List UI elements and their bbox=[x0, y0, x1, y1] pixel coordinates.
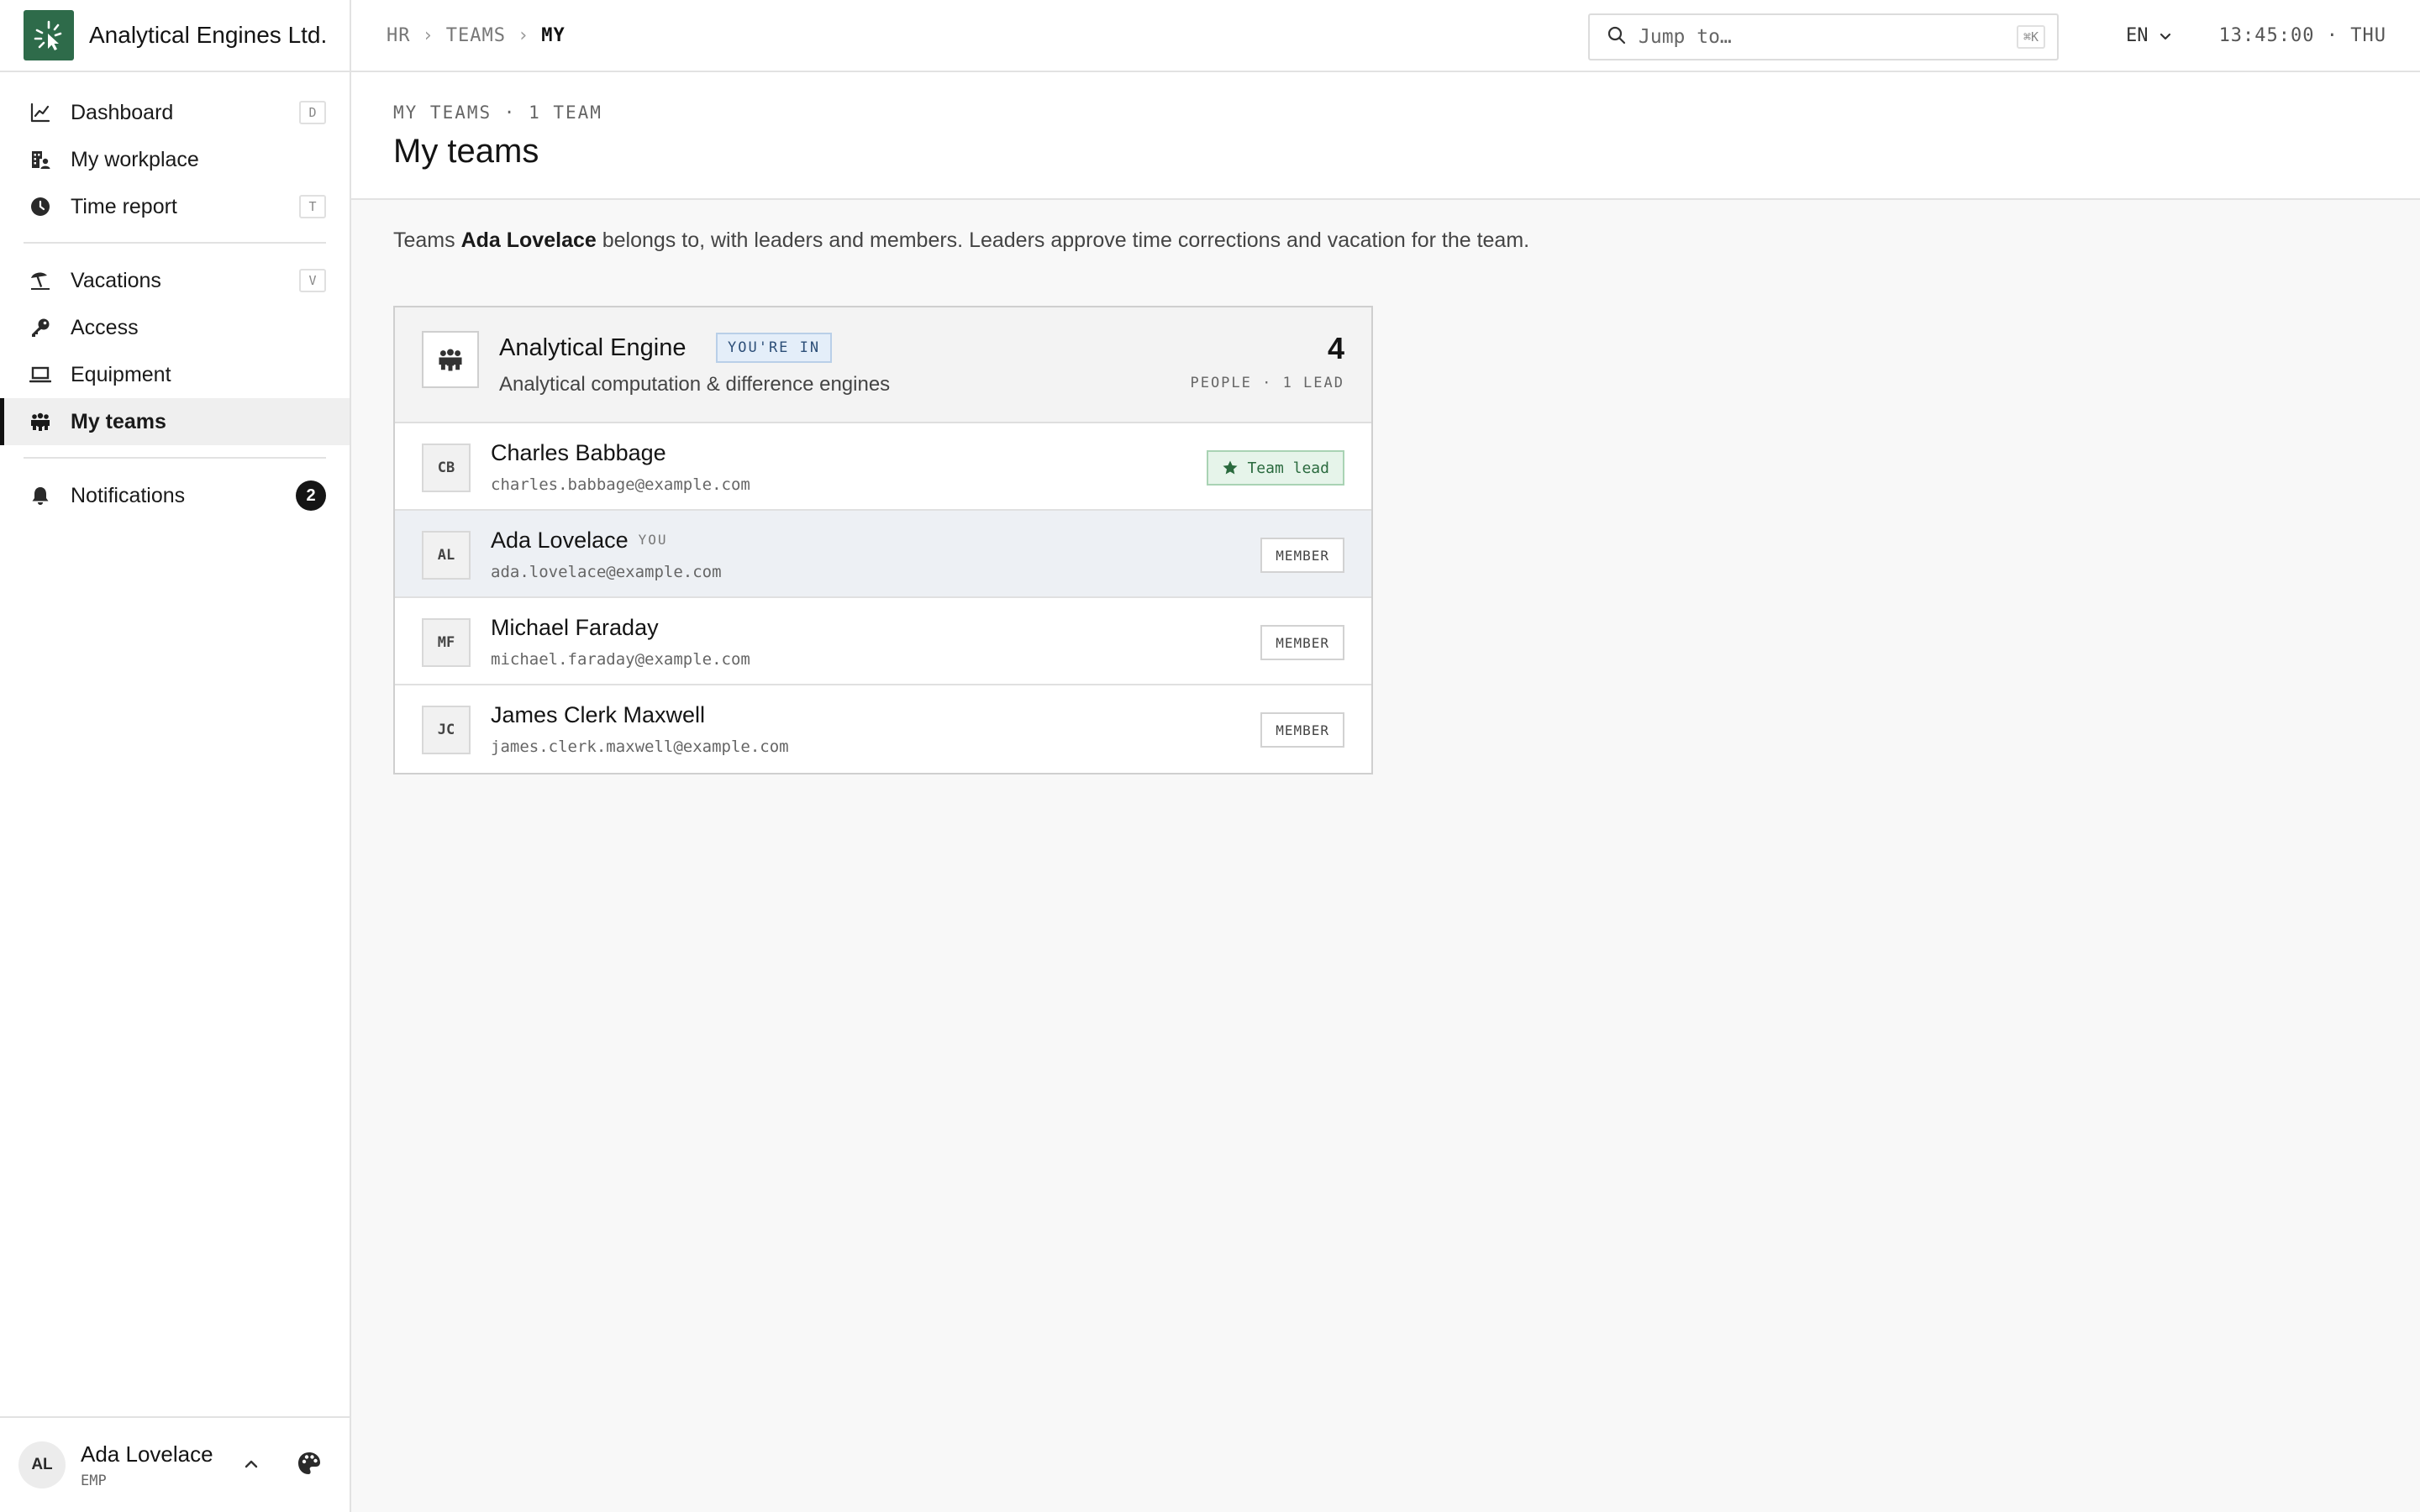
nav-group-notifications: Notifications 2 bbox=[24, 472, 326, 531]
key-icon bbox=[29, 316, 52, 339]
shortcut-hint: V bbox=[299, 269, 326, 292]
sidebar: Analytical Engines Ltd. Dashboard D My w… bbox=[0, 0, 351, 1512]
member-avatar: JC bbox=[422, 706, 471, 754]
member-name: Michael Faraday bbox=[491, 615, 659, 640]
sidebar-item-label: Time report bbox=[71, 194, 177, 218]
breadcrumb-item-teams[interactable]: TEAMS bbox=[446, 25, 506, 46]
user-role: EMP bbox=[81, 1472, 107, 1489]
chart-line-icon bbox=[29, 101, 52, 124]
page-intro: Teams Ada Lovelace belongs to, with lead… bbox=[393, 228, 1529, 253]
intro-suffix: belongs to, with leaders and members. Le… bbox=[596, 228, 1530, 252]
team-card-header: Analytical Engine YOU'RE IN Analytical c… bbox=[395, 307, 1371, 423]
search-shortcut-hint: ⌘K bbox=[2016, 25, 2045, 49]
brand-header[interactable]: Analytical Engines Ltd. bbox=[0, 0, 350, 72]
page-eyebrow: MY TEAMS · 1 TEAM bbox=[393, 102, 602, 123]
sidebar-item-equipment[interactable]: Equipment bbox=[0, 351, 350, 398]
shortcut-hint: T bbox=[299, 195, 326, 218]
member-email: michael.faraday@example.com bbox=[491, 650, 750, 669]
sidebar-item-label: My workplace bbox=[71, 147, 199, 171]
sidebar-item-dashboard[interactable]: Dashboard D bbox=[0, 89, 350, 136]
nav-group-services: Vacations V Access Equipment My teams bbox=[0, 257, 350, 459]
sidebar-item-label: Vacations bbox=[71, 268, 161, 292]
member-name: Charles Babbage bbox=[491, 440, 666, 465]
member-role: Team lead bbox=[1247, 459, 1329, 477]
team-card: Analytical Engine YOU'RE IN Analytical c… bbox=[393, 306, 1373, 774]
intro-user-name: Ada Lovelace bbox=[460, 228, 597, 252]
cursor-burst-logo-icon bbox=[24, 10, 74, 60]
member-avatar: MF bbox=[422, 618, 471, 667]
jump-to-search[interactable]: Jump to… ⌘K bbox=[1588, 13, 2059, 60]
clock-icon bbox=[29, 195, 52, 218]
chevron-up-icon[interactable] bbox=[242, 1455, 260, 1478]
clock-readout: 13:45:00 · THU bbox=[2218, 25, 2386, 46]
beach-umbrella-icon bbox=[29, 269, 52, 292]
sidebar-item-label: Equipment bbox=[71, 362, 171, 386]
member-role-badge: MEMBER bbox=[1260, 712, 1344, 748]
search-icon bbox=[1607, 25, 1627, 50]
sidebar-item-access[interactable]: Access bbox=[0, 304, 350, 351]
member-avatar: AL bbox=[422, 531, 471, 580]
member-email: charles.babbage@example.com bbox=[491, 475, 750, 494]
team-people-icon bbox=[422, 331, 479, 388]
breadcrumb-item-hr[interactable]: HR bbox=[387, 25, 411, 46]
page-header: MY TEAMS · 1 TEAM My teams bbox=[351, 72, 2420, 200]
member-name: James Clerk Maxwell bbox=[491, 702, 706, 727]
breadcrumb: HR › TEAMS › MY bbox=[387, 25, 566, 46]
team-description: Analytical computation & difference engi… bbox=[499, 373, 891, 396]
avatar: AL bbox=[18, 1441, 66, 1488]
member-avatar: CB bbox=[422, 444, 471, 492]
building-person-icon bbox=[29, 148, 52, 171]
laptop-icon bbox=[29, 363, 52, 386]
sidebar-item-my-workplace[interactable]: My workplace bbox=[0, 136, 350, 183]
team-count-label: PEOPLE · 1 LEAD bbox=[1190, 375, 1344, 391]
search-placeholder: Jump to… bbox=[1639, 26, 1732, 48]
team-name: Analytical Engine bbox=[499, 334, 687, 361]
member-email: james.clerk.maxwell@example.com bbox=[491, 738, 789, 756]
team-member-count: 4 bbox=[1327, 331, 1344, 365]
top-bar: HR › TEAMS › MY Jump to… ⌘K EN 13:45:00 · TH… bbox=[351, 0, 2420, 72]
breadcrumb-separator: › bbox=[517, 25, 530, 46]
member-name: Ada Lovelace bbox=[491, 528, 629, 553]
member-role-badge: MEMBER bbox=[1260, 625, 1344, 660]
nav-group-main: Dashboard D My workplace Time report T bbox=[24, 89, 326, 244]
chevron-down-icon bbox=[2160, 33, 2170, 39]
membership-tag: YOU'RE IN bbox=[716, 333, 833, 363]
palette-icon[interactable] bbox=[296, 1450, 323, 1481]
intro-prefix: Teams bbox=[393, 228, 461, 252]
sidebar-nav: Dashboard D My workplace Time report T V… bbox=[0, 72, 350, 531]
people-group-icon bbox=[29, 410, 52, 433]
member-row-current-user[interactable]: AL Ada Lovelace YOU ada.lovelace@example.… bbox=[395, 511, 1371, 598]
bell-icon bbox=[29, 484, 52, 507]
shortcut-hint: D bbox=[299, 101, 326, 124]
sidebar-item-vacations[interactable]: Vacations V bbox=[0, 257, 350, 304]
sidebar-item-my-teams[interactable]: My teams bbox=[0, 398, 350, 445]
team-lead-badge: Team lead bbox=[1207, 450, 1344, 486]
language-select[interactable]: EN bbox=[2126, 25, 2174, 46]
sidebar-item-time-report[interactable]: Time report T bbox=[0, 183, 350, 230]
member-row[interactable]: CB Charles Babbage charles.babbage@examp… bbox=[395, 423, 1371, 511]
user-info: Ada Lovelace EMP bbox=[81, 1441, 213, 1489]
sidebar-item-label: Notifications bbox=[71, 483, 186, 507]
sidebar-item-label: My teams bbox=[71, 409, 166, 433]
brand-name: Analytical Engines Ltd. bbox=[89, 22, 328, 48]
language-value: EN bbox=[2126, 25, 2149, 46]
member-role-badge: MEMBER bbox=[1260, 538, 1344, 573]
member-row[interactable]: JC James Clerk Maxwell james.clerk.maxwe… bbox=[395, 685, 1371, 773]
page-title: My teams bbox=[393, 133, 539, 170]
member-name-wrap: Ada Lovelace YOU bbox=[491, 528, 668, 554]
user-name: Ada Lovelace bbox=[81, 1441, 213, 1467]
user-menu[interactable]: AL Ada Lovelace EMP bbox=[0, 1416, 350, 1512]
star-icon bbox=[1223, 460, 1238, 475]
sidebar-item-label: Dashboard bbox=[71, 100, 174, 124]
sidebar-item-label: Access bbox=[71, 315, 139, 339]
member-row[interactable]: MF Michael Faraday michael.faraday@examp… bbox=[395, 598, 1371, 685]
breadcrumb-item-current: MY bbox=[541, 25, 566, 46]
notification-count-badge: 2 bbox=[296, 480, 326, 511]
breadcrumb-separator: › bbox=[422, 25, 434, 46]
sidebar-item-notifications[interactable]: Notifications 2 bbox=[0, 472, 350, 519]
you-indicator: YOU bbox=[638, 532, 668, 548]
member-email: ada.lovelace@example.com bbox=[491, 563, 722, 581]
